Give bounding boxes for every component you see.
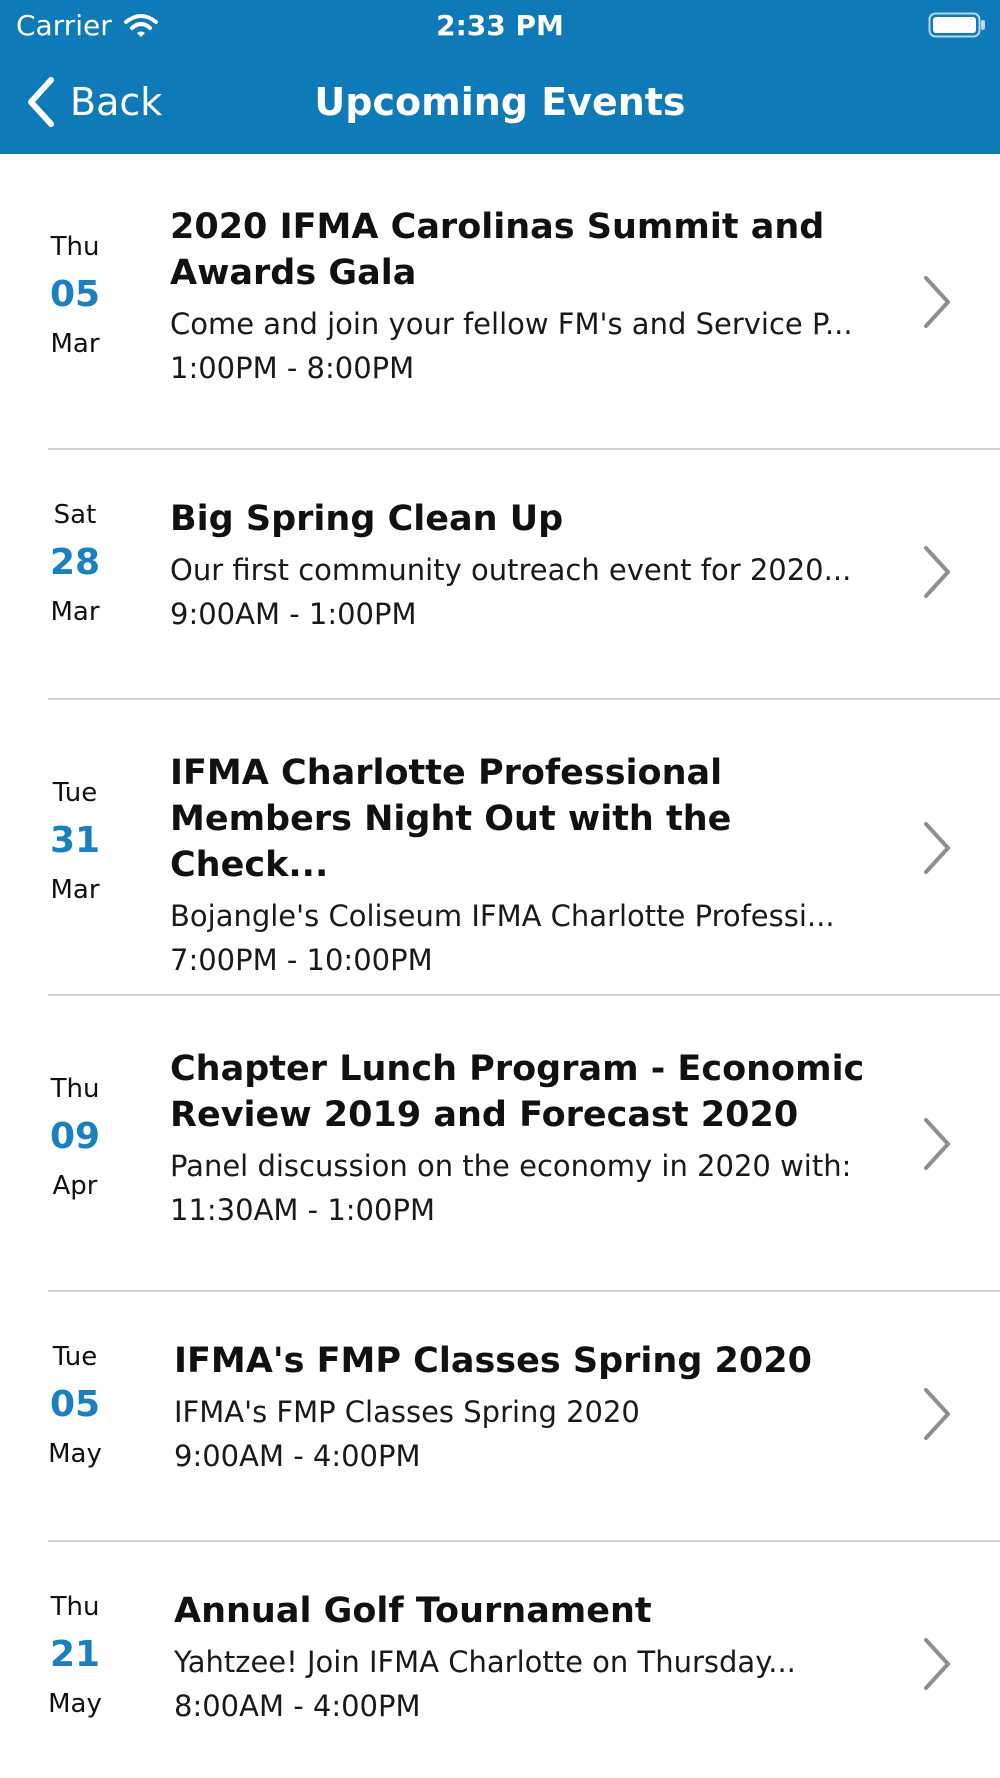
battery-icon xyxy=(928,12,985,38)
upcoming-events-screen: Carrier 2:33 PM Back Upcoming Events Thu… xyxy=(0,0,1000,1778)
event-details: Chapter Lunch Program - Economic Review … xyxy=(170,1046,880,1232)
event-title: 2020 IFMA Carolinas Summit and Awards Ga… xyxy=(170,207,825,293)
event-month: Mar xyxy=(50,875,100,905)
event-time: 1:00PM - 8:00PM xyxy=(170,351,415,385)
event-month: May xyxy=(48,1439,102,1469)
status-time: 2:33 PM xyxy=(436,9,564,42)
event-weekday: Tue xyxy=(52,1342,98,1372)
event-row[interactable]: Sat 28 Mar Big Spring Clean Up Our first… xyxy=(0,450,1000,700)
chevron-right-icon xyxy=(924,1638,950,1690)
event-date: Sat 28 Mar xyxy=(22,498,128,630)
event-month: Mar xyxy=(50,329,100,359)
event-description: Come and join your fellow FM's and Servi… xyxy=(170,307,853,341)
page-title: Upcoming Events xyxy=(314,80,686,124)
event-details: IFMA Charlotte Professional Members Nigh… xyxy=(170,750,880,982)
event-title: Annual Golf Tournament xyxy=(174,1591,652,1631)
event-date: Thu 21 May xyxy=(22,1590,128,1722)
event-description: Bojangle's Coliseum IFMA Charlotte Profe… xyxy=(170,899,835,933)
event-time: 8:00AM - 4:00PM xyxy=(174,1689,421,1723)
event-row[interactable]: Thu 05 Mar 2020 IFMA Carolinas Summit an… xyxy=(0,154,1000,450)
event-day: 05 xyxy=(49,1384,101,1425)
event-title: Big Spring Clean Up xyxy=(170,499,564,539)
event-title: IFMA's FMP Classes Spring 2020 xyxy=(174,1341,812,1381)
event-weekday: Thu xyxy=(50,232,100,262)
event-description: IFMA's FMP Classes Spring 2020 xyxy=(174,1395,640,1429)
event-time: 9:00AM - 4:00PM xyxy=(174,1439,421,1473)
event-details: Annual Golf Tournament Yahtzee! Join IFM… xyxy=(174,1588,884,1728)
event-time: 11:30AM - 1:00PM xyxy=(170,1193,435,1227)
event-weekday: Thu xyxy=(50,1592,100,1622)
event-list: Thu 05 Mar 2020 IFMA Carolinas Summit an… xyxy=(0,154,1000,1778)
event-time: 9:00AM - 1:00PM xyxy=(170,597,417,631)
event-weekday: Sat xyxy=(53,500,97,530)
event-weekday: Tue xyxy=(52,778,98,808)
event-weekday: Thu xyxy=(50,1074,100,1104)
event-month: Mar xyxy=(50,597,100,627)
event-time: 7:00PM - 10:00PM xyxy=(170,943,433,977)
event-day: 28 xyxy=(49,542,101,583)
event-details: IFMA's FMP Classes Spring 2020 IFMA's FM… xyxy=(174,1338,884,1478)
chevron-right-icon xyxy=(924,1118,950,1170)
event-day: 31 xyxy=(49,820,101,861)
event-title: IFMA Charlotte Professional Members Nigh… xyxy=(170,753,732,885)
navigation-header: Carrier 2:33 PM Back Upcoming Events xyxy=(0,0,1000,154)
chevron-right-icon xyxy=(924,546,950,598)
event-description: Panel discussion on the economy in 2020 … xyxy=(170,1149,852,1183)
event-row[interactable]: Tue 31 Mar IFMA Charlotte Professional M… xyxy=(0,700,1000,996)
event-details: 2020 IFMA Carolinas Summit and Awards Ga… xyxy=(170,204,880,390)
event-details: Big Spring Clean Up Our first community … xyxy=(170,496,880,636)
event-date: Tue 31 Mar xyxy=(22,776,128,908)
event-date: Thu 09 Apr xyxy=(22,1072,128,1204)
chevron-right-icon xyxy=(924,822,950,874)
event-date: Thu 05 Mar xyxy=(22,230,128,362)
event-row[interactable]: Thu 21 May Annual Golf Tournament Yahtze… xyxy=(0,1542,1000,1778)
event-title: Chapter Lunch Program - Economic Review … xyxy=(170,1049,865,1135)
event-date: Tue 05 May xyxy=(22,1340,128,1472)
event-row[interactable]: Tue 05 May IFMA's FMP Classes Spring 202… xyxy=(0,1292,1000,1542)
event-month: May xyxy=(48,1689,102,1719)
chevron-right-icon xyxy=(924,1388,950,1440)
event-month: Apr xyxy=(52,1171,98,1201)
event-description: Yahtzee! Join IFMA Charlotte on Thursday… xyxy=(174,1645,796,1679)
event-row[interactable]: Thu 09 Apr Chapter Lunch Program - Econo… xyxy=(0,996,1000,1292)
event-day: 05 xyxy=(49,274,101,315)
event-description: Our first community outreach event for 2… xyxy=(170,553,852,587)
event-day: 09 xyxy=(49,1116,101,1157)
event-day: 21 xyxy=(49,1634,101,1675)
chevron-right-icon xyxy=(924,276,950,328)
